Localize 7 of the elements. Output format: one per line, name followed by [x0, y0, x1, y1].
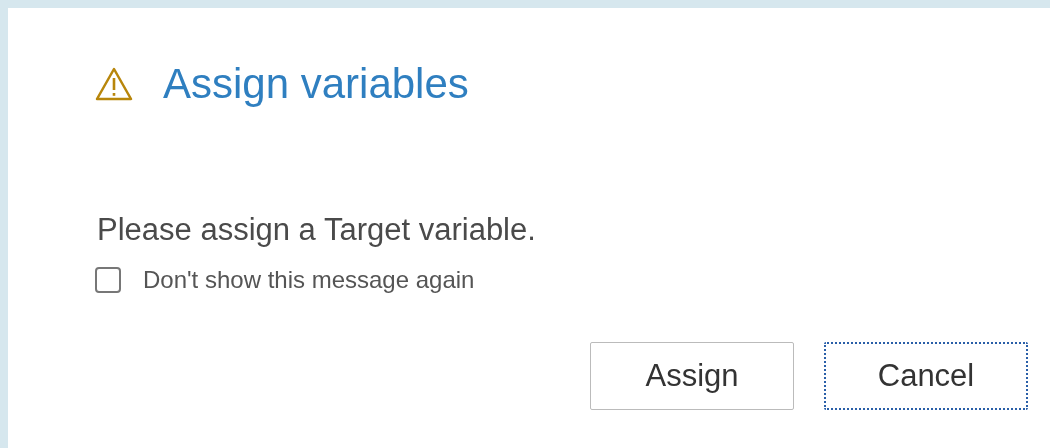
- checkbox-label: Don't show this message again: [143, 266, 475, 294]
- dialog-button[interactable]: Assign: [590, 342, 794, 410]
- checkbox[interactable]: [95, 267, 121, 293]
- warning-icon: [95, 67, 133, 101]
- dialog-message: Please assign a Target variable.: [97, 212, 537, 248]
- dialog-title: Assign variables: [163, 60, 469, 108]
- dialog-button[interactable]: Cancel: [824, 342, 1028, 410]
